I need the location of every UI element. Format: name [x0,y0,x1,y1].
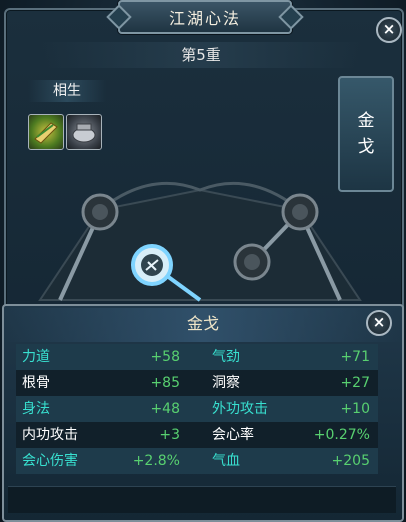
stat-value: +3 [159,427,180,443]
graph-node-top-right[interactable] [281,193,319,231]
stat-label: 气血 [212,453,240,469]
stat-label: 内功攻击 [22,427,78,443]
stat-value: +0.27% [313,427,370,443]
stat-row-1: 力道 +58 气劲 +71 [16,344,378,370]
popup-title: 金戈 [4,308,402,342]
popup-footer-bar [8,486,396,513]
stat-label: 力道 [22,349,50,365]
graph-node-top-left[interactable] [81,193,119,231]
stat-value: +205 [331,453,370,469]
stat-label: 洞察 [212,375,240,391]
stat-value: +58 [150,349,180,365]
stat-label: 外功攻击 [212,401,268,417]
stat-label: 会心伤害 [22,453,78,469]
stat-label: 会心率 [212,427,254,443]
graph-node-mid-right[interactable] [233,243,271,281]
stat-label: 根骨 [22,375,50,391]
stat-row-5: 会心伤害 +2.8% 气血 +205 [16,448,378,474]
stat-value: +27 [340,375,370,391]
stat-value: +10 [340,401,370,417]
stat-value: +85 [150,375,180,391]
stat-row-2: 根骨 +85 洞察 +27 [16,370,378,396]
popup-close-button[interactable]: × [366,310,392,336]
stat-value: +2.8% [132,453,180,469]
stat-row-4: 内功攻击 +3 会心率 +0.27% [16,422,378,448]
stat-label: 身法 [22,401,50,417]
stat-value: +71 [340,349,370,365]
stat-value: +48 [150,401,180,417]
stat-label: 气劲 [212,349,240,365]
graph-node-active[interactable] [131,244,173,286]
stat-row-3: 身法 +48 外功攻击 +10 [16,396,378,422]
